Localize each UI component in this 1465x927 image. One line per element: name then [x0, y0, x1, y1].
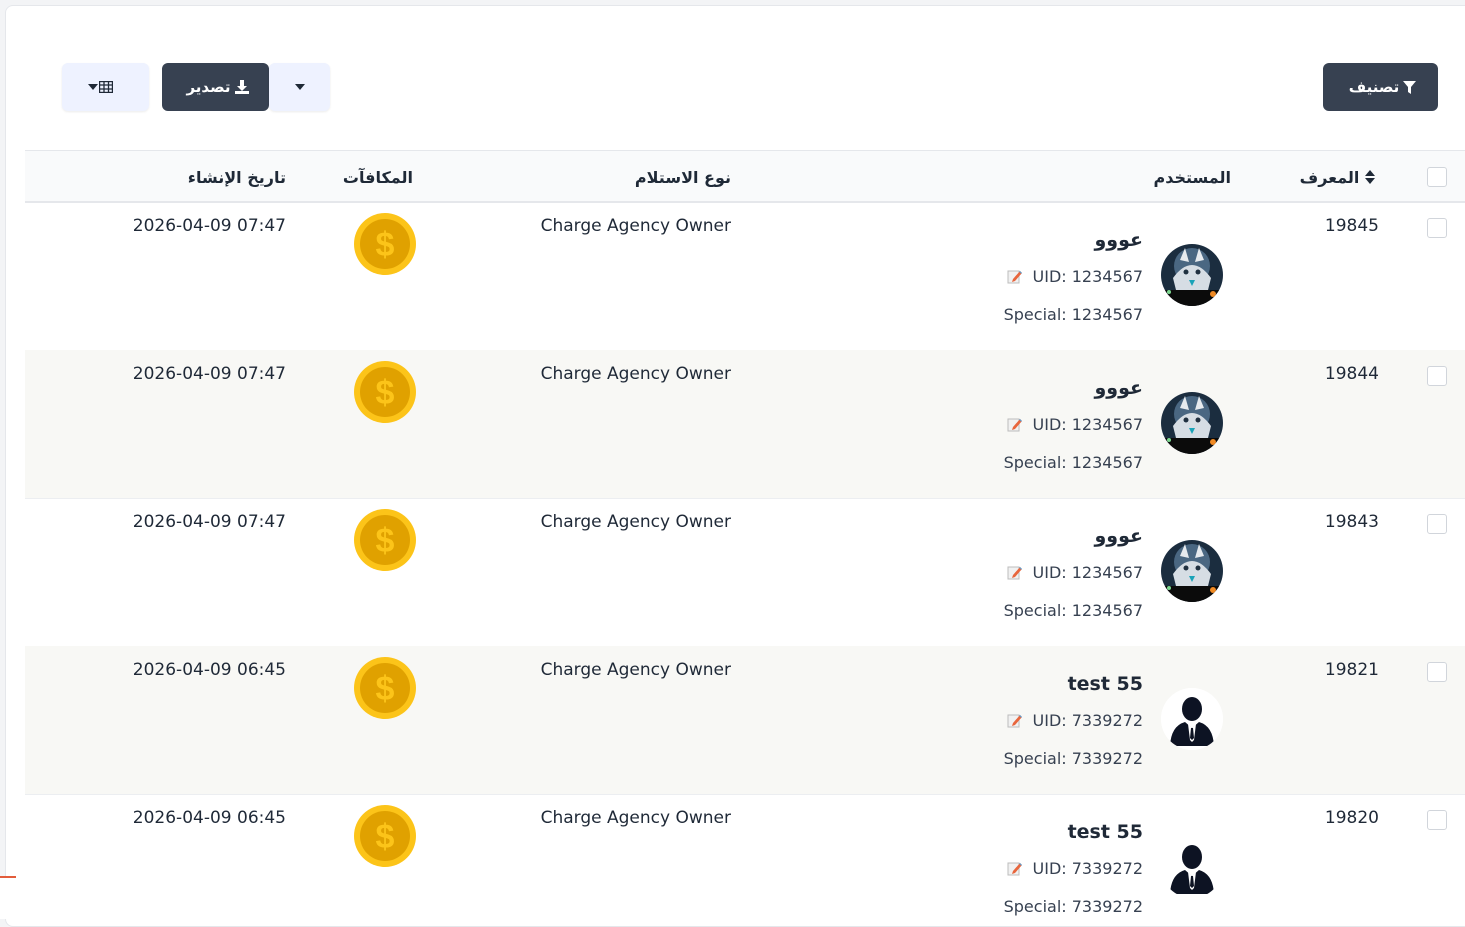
- row-id: 19844: [1324, 364, 1379, 384]
- user-uid: UID: 1234567: [1032, 267, 1143, 286]
- dollar-coin-icon: $: [353, 360, 417, 424]
- corner-indicator: [0, 876, 16, 919]
- table-row: 19820 test 55 UID: 7339272 Special: 7339272…: [25, 794, 1465, 926]
- receive-type: Charge Agency Owner: [540, 808, 731, 828]
- table-row: 19821 test 55 UID: 7339272 Special: 7339272…: [25, 646, 1465, 795]
- user-name: عووو: [1094, 525, 1143, 547]
- user-special: Special: 7339272: [1003, 897, 1143, 916]
- dollar-coin-icon: $: [353, 656, 417, 720]
- svg-text:$: $: [376, 522, 395, 560]
- header-user: المستخدم: [1153, 168, 1231, 187]
- edit-icon[interactable]: [1007, 268, 1023, 284]
- header-created-at: تاريخ الإنشاء: [187, 168, 286, 187]
- user-special: Special: 7339272: [1003, 749, 1143, 768]
- row-checkbox[interactable]: [1427, 662, 1447, 682]
- content-card: تصدير تصنيف المعرف المستخدم نوع الاستلام…: [5, 5, 1465, 927]
- edit-icon[interactable]: [1007, 564, 1023, 580]
- dollar-coin-icon: $: [353, 212, 417, 276]
- header-rewards: المكافآت: [342, 168, 413, 187]
- dollar-coin-icon: $: [353, 804, 417, 868]
- wolf-avatar: [1161, 244, 1223, 306]
- wolf-avatar: [1161, 392, 1223, 454]
- table-icon: [98, 81, 113, 93]
- caret-down-icon: [88, 84, 98, 90]
- table-row: 19845 عووو UID: 1234567 Special: 1234567 Cha…: [25, 202, 1465, 351]
- row-id: 19845: [1324, 216, 1379, 236]
- edit-icon[interactable]: [1007, 416, 1023, 432]
- created-date: 2026-04-09 07:47: [132, 364, 286, 384]
- download-icon: [234, 80, 249, 94]
- receive-type: Charge Agency Owner: [540, 216, 731, 236]
- row-checkbox[interactable]: [1427, 514, 1447, 534]
- export-button[interactable]: تصدير: [162, 63, 269, 111]
- filter-label: تصنيف: [1348, 78, 1400, 96]
- filter-icon: [1403, 80, 1417, 94]
- caret-down-icon: [294, 84, 305, 90]
- edit-icon[interactable]: [1007, 860, 1023, 876]
- wolf-avatar: [1161, 540, 1223, 602]
- created-date: 2026-04-09 06:45: [132, 808, 286, 828]
- user-name: عووو: [1094, 377, 1143, 399]
- user-special: Special: 1234567: [1003, 453, 1143, 472]
- user-uid: UID: 1234567: [1032, 415, 1143, 434]
- person-silhouette-avatar: [1161, 688, 1223, 750]
- header-id[interactable]: المعرف: [1300, 151, 1379, 201]
- created-date: 2026-04-09 06:45: [132, 660, 286, 680]
- columns-toggle-button[interactable]: [62, 63, 149, 111]
- created-date: 2026-04-09 07:47: [132, 512, 286, 532]
- user-uid: UID: 7339272: [1032, 711, 1143, 730]
- filter-button[interactable]: تصنيف: [1323, 63, 1438, 111]
- export-dropdown-button[interactable]: [269, 63, 330, 111]
- user-name: test 55: [1067, 821, 1143, 843]
- receive-type: Charge Agency Owner: [540, 660, 731, 680]
- row-id: 19843: [1324, 512, 1379, 532]
- row-checkbox[interactable]: [1427, 366, 1447, 386]
- user-uid: UID: 7339272: [1032, 859, 1143, 878]
- user-name: عووو: [1094, 229, 1143, 251]
- user-name: test 55: [1067, 673, 1143, 695]
- row-id: 19821: [1324, 660, 1379, 680]
- table-row: 19843 عووو UID: 1234567 Special: 1234567 Cha…: [25, 498, 1465, 647]
- created-date: 2026-04-09 07:47: [132, 216, 286, 236]
- row-checkbox[interactable]: [1427, 218, 1447, 238]
- user-special: Special: 1234567: [1003, 601, 1143, 620]
- receive-type: Charge Agency Owner: [540, 364, 731, 384]
- svg-text:$: $: [376, 374, 395, 412]
- row-id: 19820: [1324, 808, 1379, 828]
- header-receive-type: نوع الاستلام: [634, 168, 731, 187]
- table-row: 19844 عووو UID: 1234567 Special: 1234567 Cha…: [25, 350, 1465, 499]
- dollar-coin-icon: $: [353, 508, 417, 572]
- person-silhouette-avatar: [1161, 836, 1223, 898]
- row-checkbox[interactable]: [1427, 810, 1447, 830]
- svg-text:$: $: [376, 818, 395, 856]
- svg-text:$: $: [376, 226, 395, 264]
- export-label: تصدير: [186, 78, 231, 96]
- user-uid: UID: 1234567: [1032, 563, 1143, 582]
- sort-icon: [1365, 152, 1375, 206]
- svg-text:$: $: [376, 670, 395, 708]
- user-special: Special: 1234567: [1003, 305, 1143, 324]
- edit-icon[interactable]: [1007, 712, 1023, 728]
- select-all-checkbox[interactable]: [1427, 167, 1447, 187]
- table-header: المعرف المستخدم نوع الاستلام المكافآت تا…: [25, 150, 1465, 203]
- receive-type: Charge Agency Owner: [540, 512, 731, 532]
